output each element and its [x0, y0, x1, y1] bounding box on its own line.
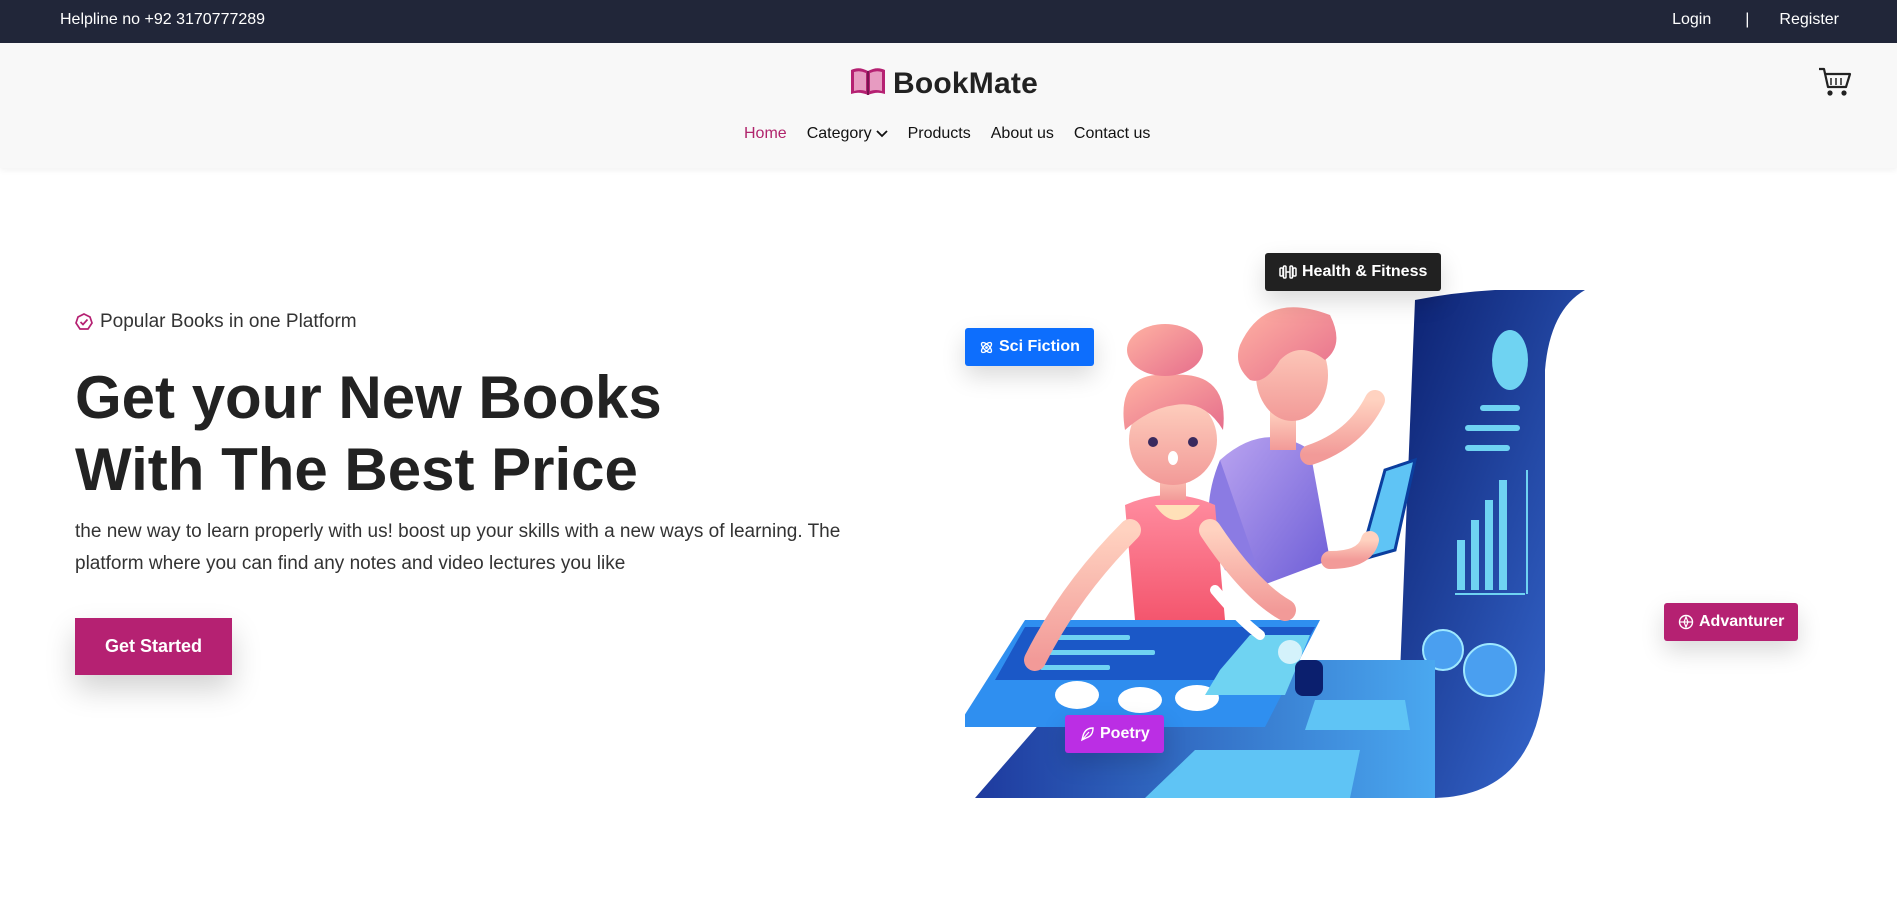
hero-title-line-2: With The Best Price [75, 436, 638, 503]
chevron-down-icon [875, 130, 888, 138]
nav-products[interactable]: Products [908, 125, 971, 143]
get-started-button[interactable]: Get Started [75, 618, 232, 675]
tag-health-label: Health & Fitness [1302, 263, 1428, 280]
hero-illustration [957, 288, 1605, 815]
check-badge-icon [75, 313, 93, 330]
nav-home[interactable]: Home [744, 125, 787, 143]
login-link[interactable]: Login [1672, 11, 1711, 29]
site-header: BookMate Home Category Products About us… [0, 43, 1897, 168]
compass-icon [1678, 614, 1694, 630]
register-link[interactable]: Register [1779, 11, 1839, 29]
cart-icon[interactable] [1818, 66, 1852, 103]
tag-health-fitness[interactable]: Health & Fitness [1265, 253, 1442, 291]
hero-badge: Popular Books in one Platform [75, 311, 357, 333]
tag-adventurer-label: Advanturer [1699, 613, 1785, 630]
helpline-text: Helpline no +92 3170777289 [60, 11, 266, 28]
tag-sci-fiction[interactable]: Sci Fiction [965, 328, 1094, 366]
logo-text: BookMate [893, 66, 1038, 100]
hero-description: the new way to learn properly with us! b… [75, 521, 841, 574]
top-bar: Helpline no +92 3170777289 Login | Regis… [0, 0, 1897, 43]
atom-icon [980, 341, 993, 353]
dumbbell-icon [1279, 265, 1297, 279]
tag-adventurer[interactable]: Advanturer [1664, 603, 1799, 641]
hero-badge-text: Popular Books in one Platform [100, 311, 357, 332]
nav-category-label: Category [806, 125, 872, 142]
hero-title-line-1: Get your New Books [75, 364, 662, 431]
nav-about[interactable]: About us [991, 125, 1054, 143]
tag-poetry[interactable]: Poetry [1065, 715, 1164, 753]
nav-category[interactable]: Category [807, 125, 888, 143]
logo[interactable]: BookMate [849, 65, 1038, 102]
tag-sci-label: Sci Fiction [999, 338, 1080, 355]
open-book-icon [849, 65, 887, 102]
tag-poetry-label: Poetry [1100, 725, 1150, 742]
hero-title: Get your New Books With The Best Price [75, 362, 835, 506]
auth-separator: | [1745, 11, 1750, 28]
nav-contact[interactable]: Contact us [1074, 125, 1150, 143]
main-nav: Home Category Products About us Contact … [744, 125, 1170, 143]
feather-icon [1080, 727, 1094, 742]
auth-links: Login | Register [1672, 11, 1839, 29]
